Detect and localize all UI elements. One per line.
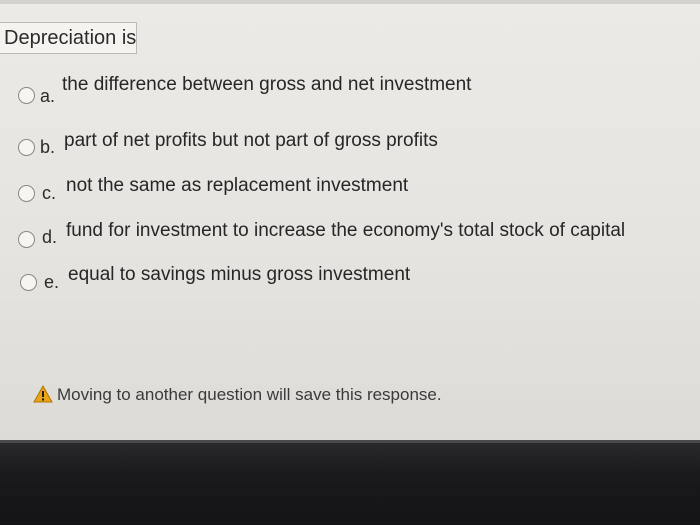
question-text: Depreciation is [4, 27, 137, 49]
radio-e[interactable] [20, 274, 37, 291]
option-b-text: part of net profits but not part of gros… [64, 130, 438, 151]
warning-triangle-icon [33, 384, 53, 404]
option-a-letter: a. [40, 86, 56, 106]
screen-bezel [0, 440, 700, 525]
quiz-screen: Depreciation is a. the difference betwee… [0, 0, 700, 440]
top-divider [0, 0, 700, 4]
option-d-text: fund for investment to increase the econ… [66, 220, 626, 241]
option-d-letter: d. [42, 227, 58, 247]
option-b[interactable]: b. part of net profits but not part of g… [18, 124, 498, 160]
option-c-text: not the same as replacement investment [66, 175, 409, 196]
radio-b[interactable] [18, 139, 35, 156]
radio-d[interactable] [18, 231, 35, 248]
option-c[interactable]: c. not the same as replacement investmen… [18, 170, 458, 206]
bezel-edge [0, 440, 700, 443]
option-e-text: equal to savings minus gross investment [68, 264, 411, 285]
radio-a[interactable] [18, 87, 35, 104]
warning-text: Moving to another question will save thi… [57, 385, 442, 404]
option-e-letter: e. [44, 272, 60, 292]
option-d[interactable]: d. fund for investment to increase the e… [18, 216, 678, 252]
option-c-letter: c. [42, 183, 57, 203]
option-e[interactable]: e. equal to savings minus gross investme… [20, 262, 440, 298]
option-a[interactable]: a. the difference between gross and net … [18, 72, 538, 108]
question-box: Depreciation is [0, 22, 137, 54]
option-a-text: the difference between gross and net inv… [62, 74, 472, 95]
radio-c[interactable] [18, 185, 35, 202]
option-b-letter: b. [40, 137, 56, 157]
